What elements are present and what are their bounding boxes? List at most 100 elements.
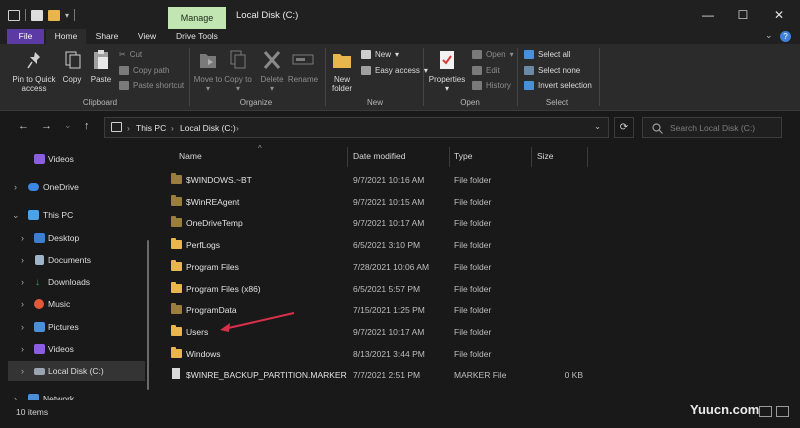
open-button[interactable]: Open ▾ xyxy=(472,50,514,59)
tab-home[interactable]: Home xyxy=(46,29,86,44)
file-type: File folder xyxy=(454,196,492,207)
cut-button[interactable]: ✂ Cut xyxy=(119,50,142,59)
copy-to-button[interactable]: Copy to ▾ xyxy=(223,75,253,93)
file-row[interactable]: $WINDOWS.~BT 9/7/2021 10:16 AM File folder xyxy=(160,169,600,191)
column-divider[interactable] xyxy=(587,147,588,167)
up-button[interactable]: ↑ xyxy=(84,120,90,132)
expand-chevron-icon[interactable]: › xyxy=(21,255,24,265)
nav-item-documents[interactable]: › Documents xyxy=(0,250,150,270)
file-row[interactable]: OneDriveTemp 9/7/2021 10:17 AM File folder xyxy=(160,212,600,234)
nav-item-desktop[interactable]: › Desktop xyxy=(0,228,150,248)
tab-view[interactable]: View xyxy=(128,29,166,44)
new-group-label: New xyxy=(366,98,383,107)
copy-path-icon xyxy=(119,66,129,75)
close-button[interactable]: ✕ xyxy=(764,6,794,24)
file-row[interactable]: PerfLogs 6/5/2021 3:10 PM File folder xyxy=(160,234,600,256)
nav-label: This PC xyxy=(43,210,74,220)
column-divider[interactable] xyxy=(449,147,450,167)
properties-quick-icon[interactable] xyxy=(31,9,43,21)
manage-contextual-tab[interactable]: Manage xyxy=(168,7,226,29)
nav-item-this-pc[interactable]: ⌄ This PC xyxy=(0,205,150,225)
file-row[interactable]: $WinREAgent 9/7/2021 10:15 AM File folder xyxy=(160,191,600,213)
column-header-size[interactable]: Size xyxy=(537,151,554,161)
rename-button[interactable]: Rename xyxy=(286,75,320,84)
column-header-date-modified[interactable]: Date modified xyxy=(353,151,405,161)
breadcrumb-this-pc[interactable]: This PC xyxy=(136,123,166,133)
breadcrumb-separator: › xyxy=(171,123,174,133)
expand-chevron-icon[interactable]: › xyxy=(21,366,24,376)
address-bar[interactable]: › This PC › Local Disk (C:) › ⌄ xyxy=(104,117,609,138)
delete-button[interactable]: Delete ▾ xyxy=(257,75,287,93)
new-folder-button[interactable]: New folder xyxy=(326,75,358,93)
minimize-button[interactable]: — xyxy=(693,6,723,24)
customize-toolbar-icon[interactable]: ▾ xyxy=(65,11,69,20)
nav-item-videos[interactable]: › Videos xyxy=(0,339,150,359)
tab-share[interactable]: Share xyxy=(88,29,126,44)
large-icons-view-button[interactable] xyxy=(776,406,789,417)
nav-item-local-disk[interactable]: › Local Disk (C:) xyxy=(8,361,145,381)
back-button[interactable]: ← xyxy=(18,120,29,132)
file-name: Windows xyxy=(186,348,221,359)
navigation-pane: Videos › OneDrive ⌄ This PC › Desktop › … xyxy=(0,145,152,404)
new-item-button[interactable]: New ▾ xyxy=(361,50,399,59)
file-row[interactable]: Windows 8/13/2021 3:44 PM File folder xyxy=(160,343,600,365)
group-divider xyxy=(599,48,600,106)
nav-item-onedrive[interactable]: › OneDrive xyxy=(0,177,150,197)
nav-item-pictures[interactable]: › Pictures xyxy=(0,317,150,337)
expand-chevron-icon[interactable]: › xyxy=(21,322,24,332)
details-view-button[interactable] xyxy=(759,406,772,417)
pin-to-quick-access-button[interactable]: Pin to Quick access xyxy=(6,75,62,93)
expand-chevron-icon[interactable]: › xyxy=(21,344,24,354)
history-button[interactable]: History xyxy=(472,81,511,90)
easy-access-button[interactable]: Easy access ▾ xyxy=(361,66,428,75)
search-box[interactable]: Search Local Disk (C:) xyxy=(642,117,782,138)
nav-item-downloads[interactable]: › ↓ Downloads xyxy=(0,272,150,292)
help-icon[interactable]: ? xyxy=(780,31,791,42)
breadcrumb-separator[interactable]: › xyxy=(236,123,239,133)
expand-chevron-icon[interactable]: › xyxy=(21,299,24,309)
edit-button[interactable]: Edit xyxy=(472,66,500,75)
pictures-icon xyxy=(34,322,45,332)
paste-shortcut-button[interactable]: Paste shortcut xyxy=(119,81,184,90)
properties-button[interactable]: Properties ▾ xyxy=(427,75,467,93)
maximize-button[interactable]: ☐ xyxy=(728,6,758,24)
nav-scrollbar[interactable] xyxy=(147,240,149,390)
column-divider[interactable] xyxy=(347,147,348,167)
paste-button[interactable]: Paste xyxy=(88,75,114,84)
tab-drive-tools[interactable]: Drive Tools xyxy=(170,29,224,44)
title-bar: ▾ Manage Local Disk (C:) — ☐ ✕ xyxy=(0,0,800,29)
breadcrumb-local-disk[interactable]: Local Disk (C:) xyxy=(180,123,236,133)
expand-chevron-icon[interactable]: › xyxy=(14,182,17,192)
nav-label: Downloads xyxy=(48,277,91,287)
column-divider[interactable] xyxy=(531,147,532,167)
collapse-chevron-icon[interactable]: ⌄ xyxy=(12,210,20,221)
file-row[interactable]: $WINRE_BACKUP_PARTITION.MARKER 7/7/2021 2… xyxy=(160,364,600,386)
file-row[interactable]: Program Files (x86) 6/5/2021 5:57 PM File … xyxy=(160,278,600,300)
copy-path-button[interactable]: Copy path xyxy=(119,66,169,75)
invert-selection-button[interactable]: Invert selection xyxy=(524,81,592,90)
collapse-ribbon-icon[interactable]: ⌄ xyxy=(765,30,773,41)
nav-item-videos-quick[interactable]: Videos xyxy=(0,149,150,169)
forward-button[interactable]: → xyxy=(41,120,52,132)
tab-file[interactable]: File xyxy=(7,29,44,44)
nav-item-music[interactable]: › Music xyxy=(0,294,150,314)
toolbar-divider xyxy=(74,9,76,21)
address-dropdown-icon[interactable]: ⌄ xyxy=(594,121,601,132)
file-date: 7/28/2021 10:06 AM xyxy=(353,261,430,272)
select-all-button[interactable]: Select all xyxy=(524,50,570,59)
edit-icon xyxy=(472,66,482,75)
column-header-name[interactable]: Name xyxy=(179,151,202,161)
file-date: 7/15/2021 1:25 PM xyxy=(353,305,425,316)
move-to-button[interactable]: Move to ▾ xyxy=(193,75,223,93)
column-header-type[interactable]: Type xyxy=(454,151,472,161)
copy-button[interactable]: Copy xyxy=(58,75,86,84)
expand-chevron-icon[interactable]: › xyxy=(21,277,24,287)
refresh-button[interactable]: ⟳ xyxy=(614,117,634,138)
new-folder-quick-icon[interactable] xyxy=(48,9,60,21)
drive-icon xyxy=(34,367,45,375)
recent-locations-button[interactable]: ⌄ xyxy=(64,120,72,131)
expand-chevron-icon[interactable]: › xyxy=(21,233,24,243)
select-none-button[interactable]: Select none xyxy=(524,66,580,75)
cloud-icon xyxy=(28,183,39,191)
file-row[interactable]: Program Files 7/28/2021 10:06 AM File fold… xyxy=(160,256,600,278)
